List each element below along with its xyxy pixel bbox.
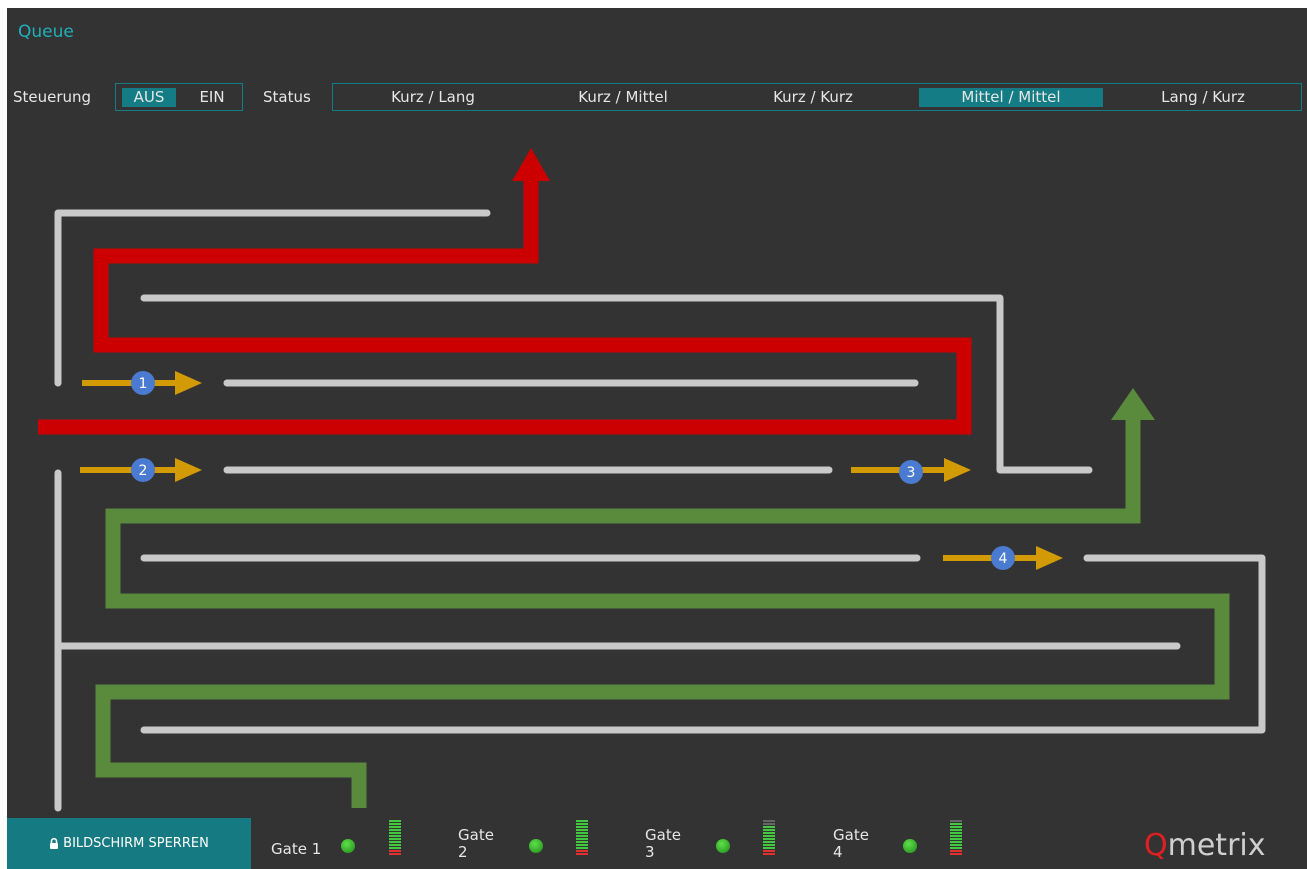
entry-marker-3: 3	[907, 465, 916, 481]
gate-1-label: Gate 1	[271, 840, 322, 858]
entry-arrow-4: 4	[943, 546, 1063, 570]
gate-4-label: Gate 4	[833, 826, 869, 861]
entry-arrow-2: 2	[80, 458, 202, 482]
entry-marker-1: 1	[139, 376, 148, 392]
entry-marker-4: 4	[999, 551, 1008, 567]
entry-arrow-1: 1	[82, 371, 202, 395]
queue-map: 1 2 3 4	[38, 148, 1266, 812]
gate-4-led	[903, 839, 917, 853]
logo-q: Q	[1144, 828, 1168, 863]
qmetrix-logo: Qmetrix	[1144, 828, 1266, 863]
gate-4-level-bars	[950, 820, 962, 858]
lock-icon	[50, 838, 59, 849]
gate-3-level-bars	[763, 820, 775, 858]
gate-2-level-bars	[576, 820, 588, 858]
queue-app: Queue Steuerung AUS EIN Status Kurz / La…	[7, 8, 1307, 869]
lock-button-label: BILDSCHIRM SPERREN	[63, 836, 209, 851]
logo-text: metrix	[1167, 828, 1266, 863]
green-path	[95, 388, 1230, 808]
lock-screen-button[interactable]: BILDSCHIRM SPERREN	[7, 818, 251, 869]
gate-2-led	[529, 839, 543, 853]
entry-marker-2: 2	[139, 463, 148, 479]
gate-1-led	[341, 839, 355, 853]
gate-2-label: Gate 2	[458, 826, 494, 861]
entry-arrow-3: 3	[851, 458, 971, 484]
gate-3-label: Gate 3	[645, 826, 681, 861]
gate-3-led	[716, 839, 730, 853]
gate-1-level-bars	[389, 820, 401, 858]
